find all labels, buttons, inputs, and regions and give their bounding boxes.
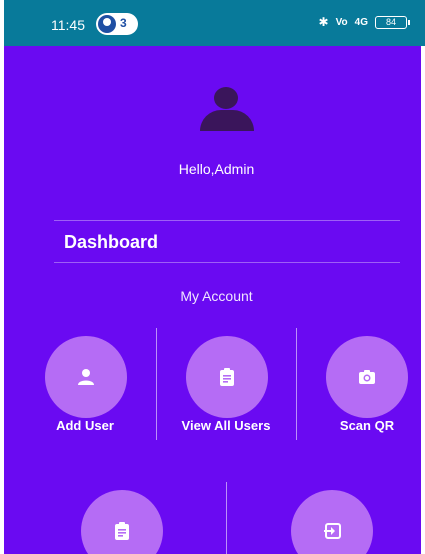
admin-avatar-icon (200, 87, 254, 131)
greeting-text: Hello,Admin (178, 161, 255, 177)
notification-badge[interactable]: 3 (96, 13, 138, 35)
clipboard-icon (115, 522, 129, 540)
scan-qr-circle (326, 336, 408, 418)
avatar-head (214, 87, 238, 109)
logout-button[interactable] (261, 490, 401, 554)
divider-top (54, 220, 400, 221)
signal-strength: 4G (354, 16, 368, 28)
clipboard-icon (220, 368, 234, 386)
notification-avatar-icon (98, 15, 116, 33)
add-user-label: Add User (56, 418, 114, 433)
dashboard-title: Dashboard (64, 232, 159, 252)
avatar-body (200, 110, 254, 131)
person-icon (78, 369, 94, 385)
scan-qr-button[interactable]: Scan QR (298, 336, 425, 440)
reports-button[interactable] (51, 490, 191, 554)
grid-divider-3 (226, 482, 227, 554)
status-time: 11:45 (51, 17, 85, 33)
camera-icon (359, 370, 375, 384)
view-all-users-circle (186, 336, 268, 418)
logout-circle (291, 490, 373, 554)
network-type: Vo (335, 16, 348, 28)
add-user-button[interactable]: Add User (15, 336, 155, 440)
divider-bottom (54, 262, 400, 263)
battery-icon: 84 (375, 15, 410, 29)
status-icons: ✱ Vo 4G 84 (318, 15, 410, 29)
app-screen: 11:45 3 ✱ Vo 4G 84 Hello,Admin Dashboard… (0, 0, 425, 554)
reports-circle (81, 490, 163, 554)
add-user-circle (45, 336, 127, 418)
my-account-label: My Account (180, 288, 253, 304)
bluetooth-icon: ✱ (318, 15, 329, 29)
view-all-users-label: View All Users (181, 418, 271, 433)
view-all-users-button[interactable]: View All Users (156, 336, 296, 440)
notification-count: 3 (120, 16, 127, 30)
scan-qr-label: Scan QR (339, 418, 395, 433)
status-bar: 11:45 3 ✱ Vo 4G 84 (4, 0, 425, 46)
logout-icon (324, 523, 341, 539)
